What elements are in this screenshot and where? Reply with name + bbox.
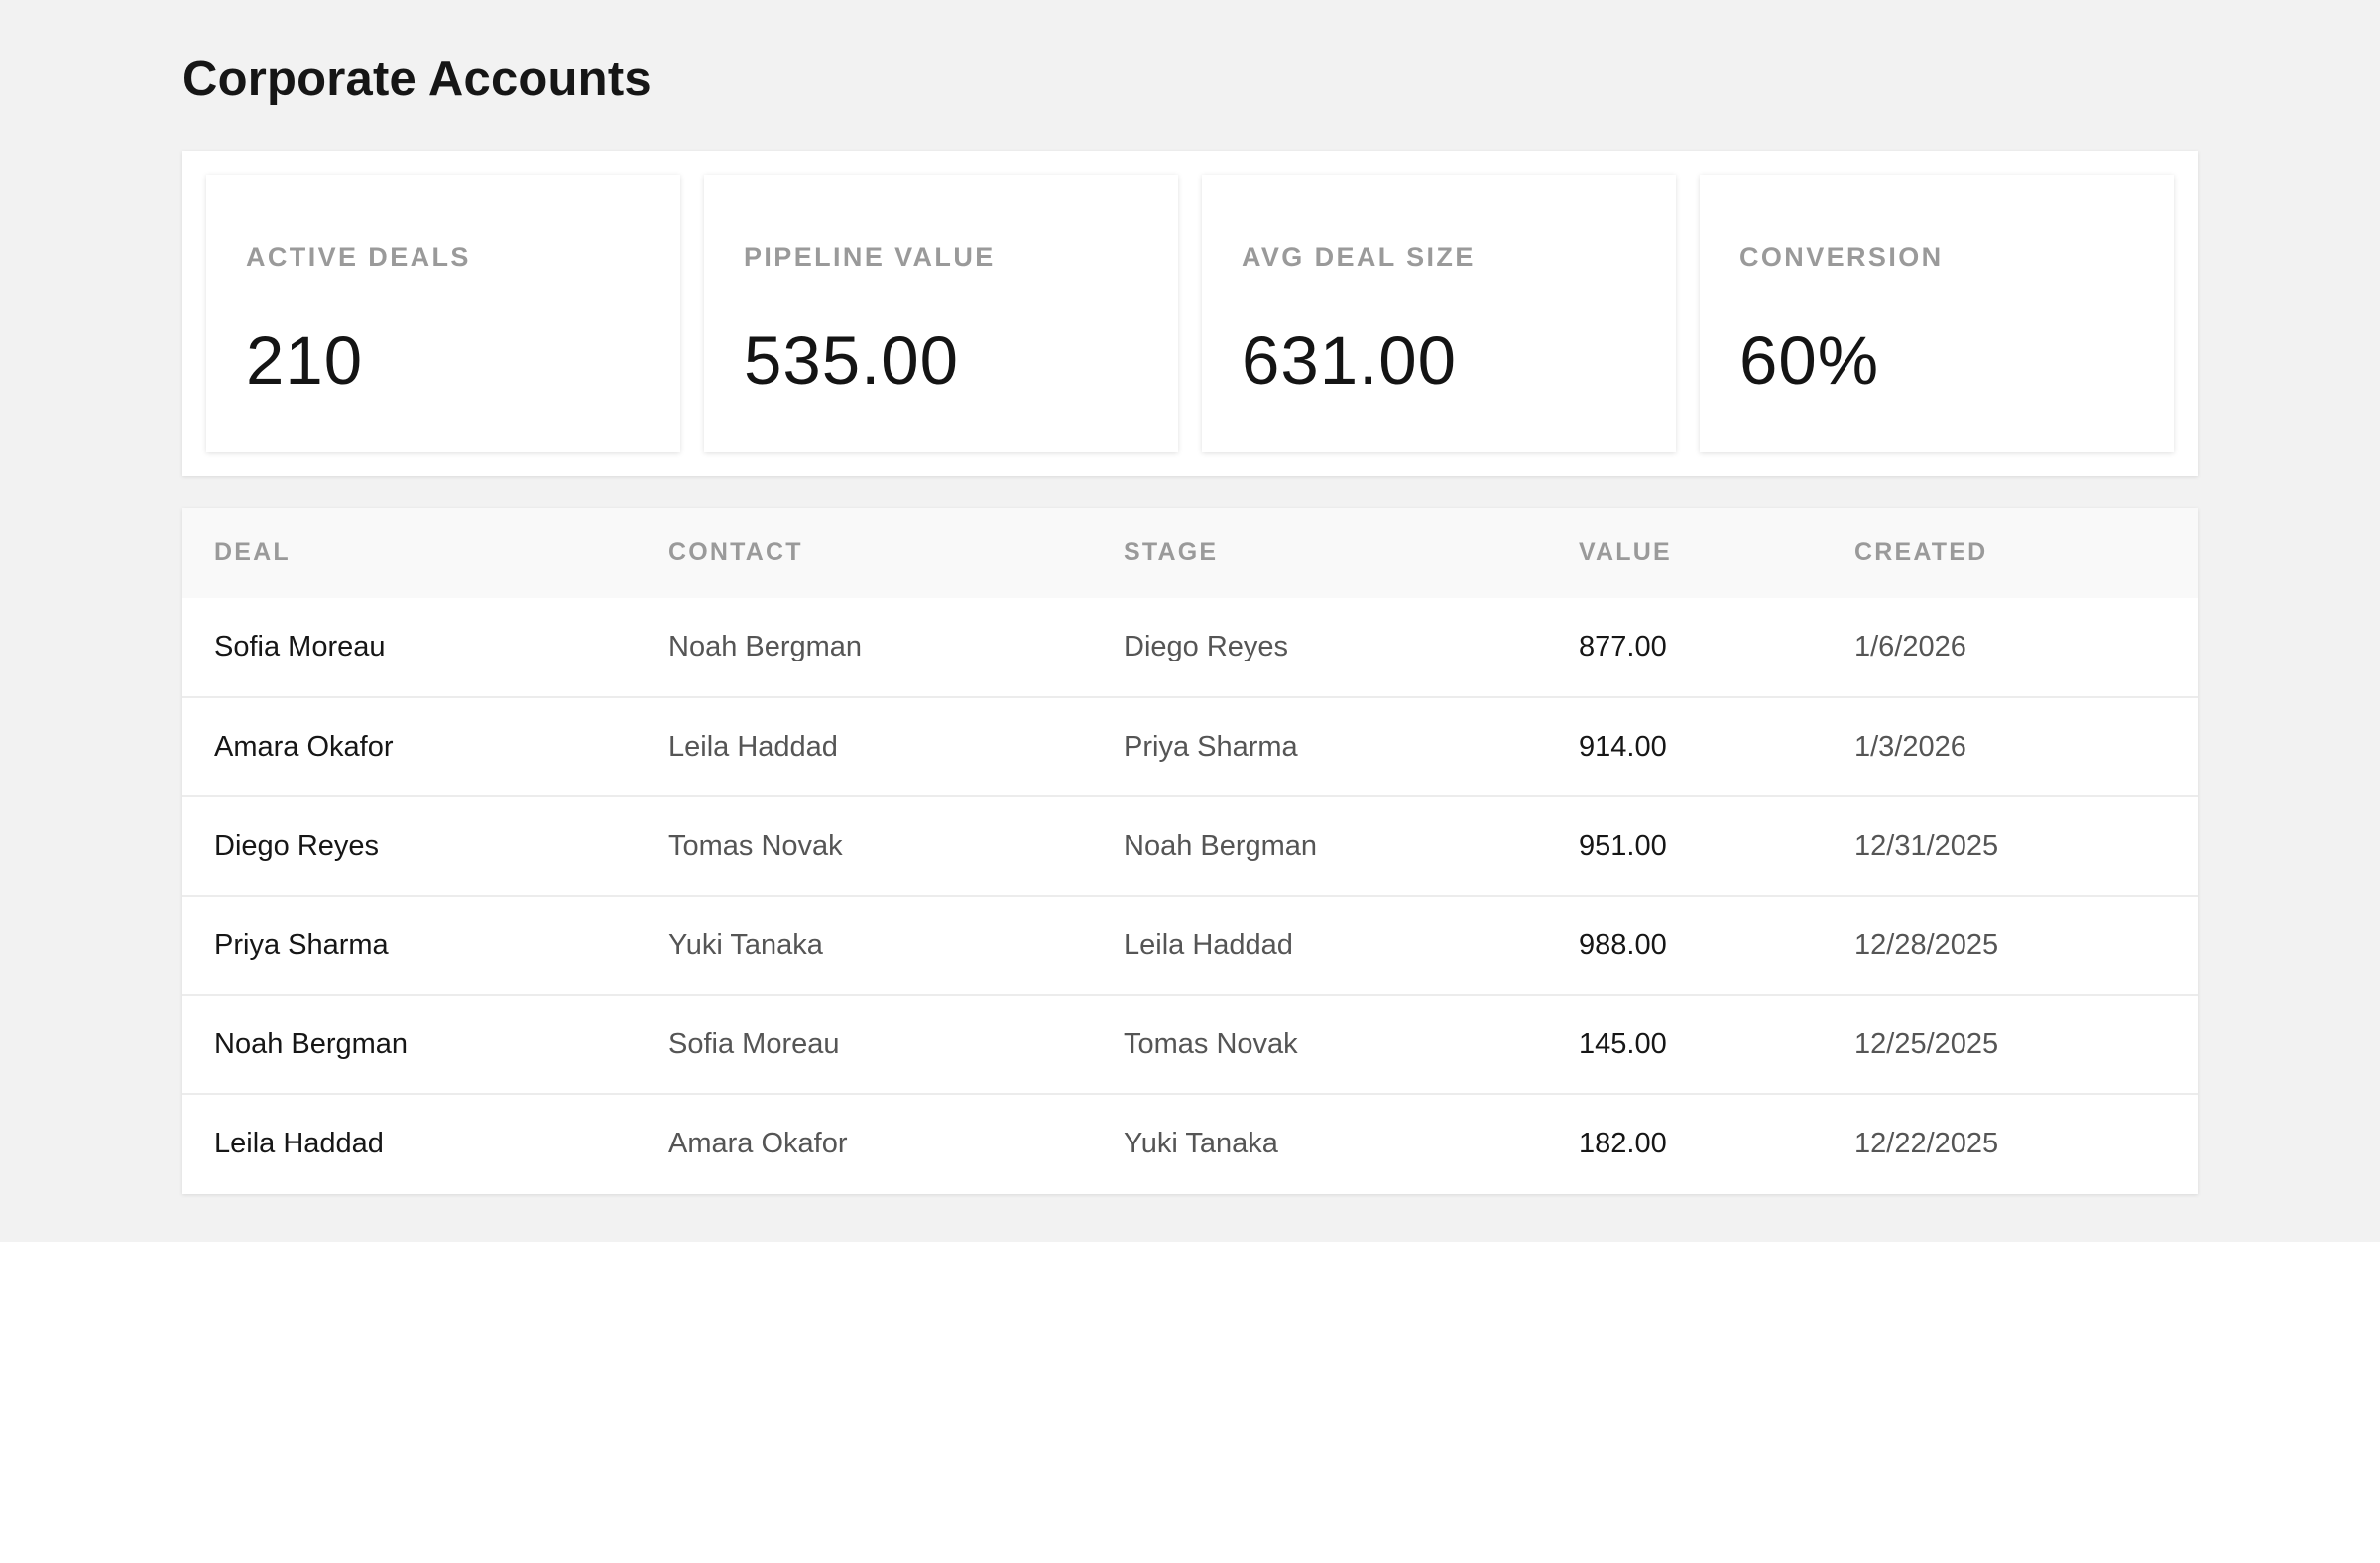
stat-label: PIPELINE VALUE bbox=[744, 242, 996, 272]
created-cell: 12/28/2025 bbox=[1854, 928, 1999, 961]
stats-panel: ACTIVE DEALS 210 PIPELINE VALUE 535.00 A… bbox=[182, 151, 2198, 476]
table-row[interactable]: Priya Sharma Yuki Tanaka Leila Haddad 98… bbox=[182, 896, 2198, 995]
table-header-row: DEAL CONTACT STAGE VALUE CREATED bbox=[182, 508, 2198, 598]
stat-value: 60% bbox=[1739, 322, 1880, 399]
contact-cell: Noah Bergman bbox=[668, 631, 863, 662]
value-cell: 988.00 bbox=[1579, 928, 1667, 961]
created-cell: 1/3/2026 bbox=[1854, 730, 1966, 763]
stat-card-active-deals: ACTIVE DEALS 210 bbox=[206, 175, 680, 452]
stat-card-pipeline-value: PIPELINE VALUE 535.00 bbox=[704, 175, 1178, 452]
column-header-deal[interactable]: DEAL bbox=[182, 508, 637, 598]
created-cell: 12/31/2025 bbox=[1854, 829, 1999, 862]
table-row[interactable]: Amara Okafor Leila Haddad Priya Sharma 9… bbox=[182, 697, 2198, 796]
stage-cell: Yuki Tanaka bbox=[1124, 1128, 1278, 1159]
value-cell: 951.00 bbox=[1579, 829, 1667, 862]
stat-card-conversion: CONVERSION 60% bbox=[1700, 175, 2174, 452]
value-cell: 914.00 bbox=[1579, 730, 1667, 763]
created-cell: 1/6/2026 bbox=[1854, 631, 1966, 662]
created-cell: 12/22/2025 bbox=[1854, 1128, 1999, 1159]
stat-value: 631.00 bbox=[1242, 322, 1458, 399]
value-cell: 145.00 bbox=[1579, 1027, 1667, 1060]
deal-cell: Diego Reyes bbox=[214, 829, 380, 862]
deals-table: DEAL CONTACT STAGE VALUE CREATED Sofia M… bbox=[182, 508, 2198, 1193]
page-title: Corporate Accounts bbox=[182, 53, 652, 106]
deal-cell: Leila Haddad bbox=[214, 1128, 384, 1159]
stat-label: CONVERSION bbox=[1739, 242, 1944, 272]
column-header-stage[interactable]: STAGE bbox=[1092, 508, 1547, 598]
deal-cell: Noah Bergman bbox=[214, 1027, 409, 1060]
stage-cell: Priya Sharma bbox=[1124, 730, 1298, 763]
table-row[interactable]: Leila Haddad Amara Okafor Yuki Tanaka 18… bbox=[182, 1094, 2198, 1193]
stage-cell: Diego Reyes bbox=[1124, 631, 1289, 662]
column-header-contact[interactable]: CONTACT bbox=[637, 508, 1092, 598]
column-header-created[interactable]: CREATED bbox=[1823, 508, 2198, 598]
table-row[interactable]: Diego Reyes Tomas Novak Noah Bergman 951… bbox=[182, 796, 2198, 896]
table-row[interactable]: Sofia Moreau Noah Bergman Diego Reyes 87… bbox=[182, 598, 2198, 697]
contact-cell: Amara Okafor bbox=[668, 1128, 848, 1159]
deal-cell: Sofia Moreau bbox=[214, 631, 386, 662]
stage-cell: Noah Bergman bbox=[1124, 829, 1318, 862]
value-cell: 182.00 bbox=[1579, 1128, 1667, 1159]
contact-cell: Sofia Moreau bbox=[668, 1027, 840, 1060]
deals-table-panel: DEAL CONTACT STAGE VALUE CREATED Sofia M… bbox=[182, 508, 2198, 1194]
contact-cell: Yuki Tanaka bbox=[668, 928, 823, 961]
value-cell: 877.00 bbox=[1579, 631, 1667, 662]
deal-cell: Priya Sharma bbox=[214, 928, 389, 961]
contact-cell: Tomas Novak bbox=[668, 829, 843, 862]
deal-cell: Amara Okafor bbox=[214, 730, 394, 763]
stage-cell: Tomas Novak bbox=[1124, 1027, 1298, 1060]
stat-label: ACTIVE DEALS bbox=[246, 242, 471, 272]
created-cell: 12/25/2025 bbox=[1854, 1027, 1999, 1060]
stat-value: 210 bbox=[246, 322, 364, 399]
stage-cell: Leila Haddad bbox=[1124, 928, 1293, 961]
stat-card-avg-deal-size: AVG DEAL SIZE 631.00 bbox=[1202, 175, 1676, 452]
stat-label: AVG DEAL SIZE bbox=[1242, 242, 1476, 272]
column-header-value[interactable]: VALUE bbox=[1547, 508, 1823, 598]
table-row[interactable]: Noah Bergman Sofia Moreau Tomas Novak 14… bbox=[182, 995, 2198, 1094]
contact-cell: Leila Haddad bbox=[668, 730, 838, 763]
stat-value: 535.00 bbox=[744, 322, 960, 399]
